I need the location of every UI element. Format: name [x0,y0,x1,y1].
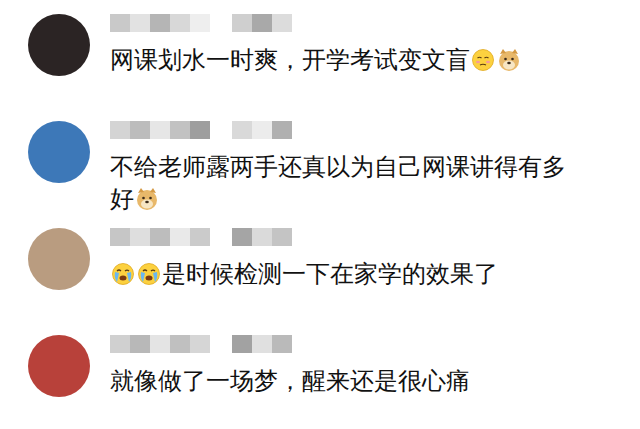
blurred-username [110,14,522,32]
comment-text: 就像做了一场梦，醒来还是很心痛 [110,365,470,397]
blurred-username [110,228,498,246]
blurred-username [110,121,580,139]
avatar[interactable] [28,14,90,76]
crying-face-icon [111,262,135,286]
comment-list: 网课划水一时爽，开学考试变文盲不给老师露两手还真以为自己网课讲得有多好是时候检测… [0,0,640,429]
comment-text: 网课划水一时爽，开学考试变文盲 [110,44,522,76]
doge-icon [135,187,159,211]
comment: 网课划水一时爽，开学考试变文盲 [0,0,640,107]
comment: 是时候检测一下在家学的效果了 [0,214,640,321]
comment: 就像做了一场梦，醒来还是很心痛 [0,321,640,428]
shy-face-icon [471,48,495,72]
comment: 不给老师露两手还真以为自己网课讲得有多好 [0,107,640,214]
comment-text: 是时候检测一下在家学的效果了 [110,258,498,290]
avatar[interactable] [28,228,90,290]
crying-face-icon [137,262,161,286]
blurred-username [110,335,470,353]
doge-icon [497,48,521,72]
avatar[interactable] [28,335,90,397]
comment-text: 不给老师露两手还真以为自己网课讲得有多好 [110,151,580,215]
avatar[interactable] [28,121,90,183]
